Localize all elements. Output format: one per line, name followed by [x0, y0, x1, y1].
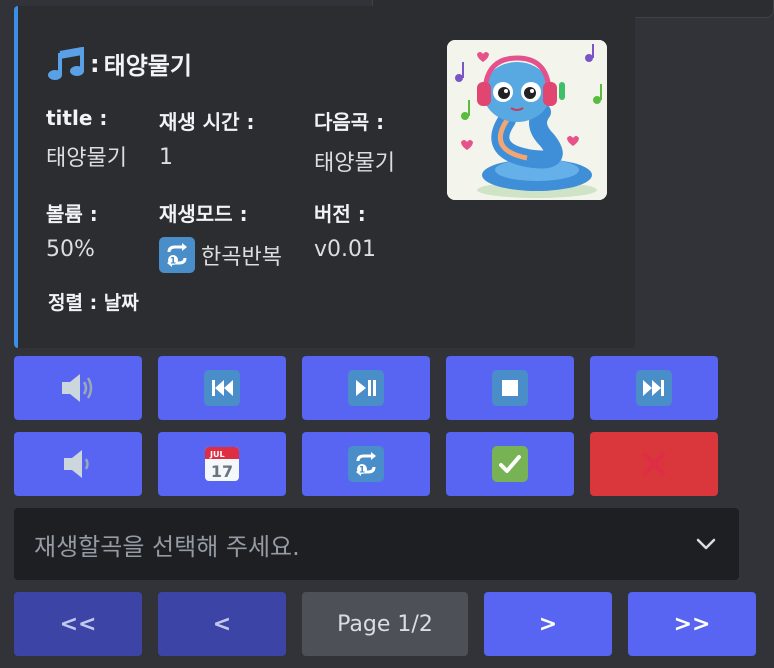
svg-text:1: 1	[170, 257, 176, 267]
field-name: 재생모드 :	[159, 202, 248, 226]
chevron-down-icon[interactable]	[693, 531, 719, 557]
field-value: 1	[159, 145, 173, 170]
first-page-label: <<	[59, 611, 97, 637]
select-placeholder: 재생할곡을 선택해 주세요.	[34, 532, 300, 561]
musical-notes-icon	[48, 46, 84, 80]
field-name: 재생 시간 :	[159, 110, 255, 134]
volume-up-icon	[62, 374, 93, 402]
song-select-dropdown[interactable]: 재생할곡을 선택해 주세요.	[14, 508, 739, 580]
play-mode-text: 한곡반복	[201, 245, 282, 270]
calendar-day: 17	[211, 462, 233, 481]
sort-by-date-button[interactable]: JUL 17	[158, 432, 286, 496]
repeat-mode-button[interactable]: 1	[302, 432, 430, 496]
field-next-song: 다음곡 : 태양물기	[314, 106, 395, 177]
thumbnail-image	[447, 40, 607, 200]
field-value: 50%	[46, 237, 95, 262]
repeat-one-icon: 1	[159, 237, 195, 273]
now-playing-embed: : 태양물기 title : 태양물기 재생 시간 : 1 다음곡 : 태양물기…	[14, 6, 635, 348]
field-volume: 볼륨 : 50%	[46, 198, 98, 262]
previous-page-label: <	[212, 611, 232, 637]
calendar-month: JUL	[209, 450, 225, 459]
calendar-icon: JUL 17	[205, 447, 239, 481]
previous-track-icon	[204, 370, 240, 406]
svg-text:1: 1	[359, 466, 365, 476]
cross-mark-icon	[642, 452, 666, 476]
previous-track-button[interactable]	[158, 356, 286, 420]
field-value: 태양물기	[46, 146, 127, 171]
next-track-button[interactable]	[590, 356, 718, 420]
last-page-button[interactable]: >>	[628, 592, 756, 656]
field-value: v0.01	[314, 237, 377, 262]
confirm-button[interactable]	[446, 432, 574, 496]
field-play-mode: 재생모드 : 1 한곡반복	[159, 198, 282, 273]
field-name: title :	[46, 106, 108, 130]
embed-title-colon: :	[90, 49, 100, 78]
last-page-label: >>	[673, 611, 711, 637]
stop-button[interactable]	[446, 356, 574, 420]
field-version: 버전 : v0.01	[314, 198, 376, 262]
field-name: 볼륨 :	[46, 202, 98, 226]
embed-title-text: 태양물기	[103, 52, 192, 80]
play-pause-icon	[348, 370, 384, 406]
next-track-icon	[636, 370, 672, 406]
page-indicator-label: Page 1/2	[337, 611, 433, 637]
stop-icon	[492, 370, 528, 406]
field-name: 버전 :	[314, 202, 366, 226]
field-name: 다음곡 :	[314, 110, 385, 134]
check-mark-icon	[492, 446, 528, 482]
field-play-time: 재생 시간 : 1	[159, 106, 255, 170]
next-page-button[interactable]: >	[484, 592, 612, 656]
sort-order-text: 정렬 : 날짜	[48, 292, 139, 314]
field-title: title : 태양물기	[46, 106, 127, 172]
page-indicator: Page 1/2	[302, 592, 468, 656]
first-page-button[interactable]: <<	[14, 592, 142, 656]
volume-up-button[interactable]	[14, 356, 142, 420]
volume-down-button[interactable]	[14, 432, 142, 496]
field-value: 1 한곡반복	[159, 237, 282, 273]
field-value: 태양물기	[314, 151, 395, 176]
previous-page-button[interactable]: <	[158, 592, 286, 656]
close-button[interactable]	[590, 432, 718, 496]
play-pause-button[interactable]	[302, 356, 430, 420]
embed-title: : 태양물기	[46, 46, 192, 81]
next-page-label: >	[538, 611, 558, 637]
repeat-one-icon: 1	[348, 446, 384, 482]
volume-down-icon	[64, 450, 89, 478]
